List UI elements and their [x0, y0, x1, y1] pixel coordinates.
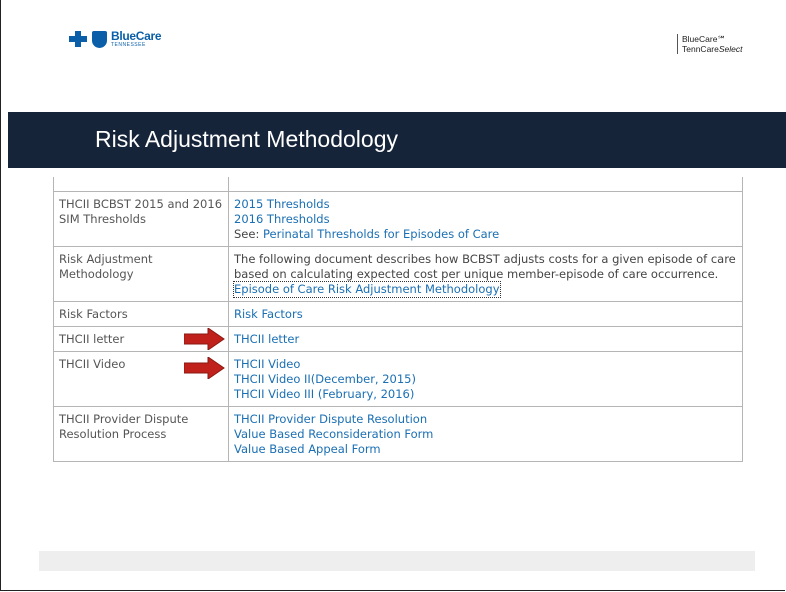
link-provider-dispute-resolution[interactable]: THCII Provider Dispute Resolution — [234, 412, 737, 427]
link-appeal-form[interactable]: Value Based Appeal Form — [234, 442, 737, 457]
link-thcii-video-2[interactable]: THCII Video II(December, 2015) — [234, 372, 737, 387]
brand-line-1: BlueCare℠ — [682, 34, 727, 44]
logo-sub: TENNESSEE — [111, 42, 146, 48]
bluecare-logo: BlueCare TENNESSEE — [68, 28, 162, 50]
page-title: Risk Adjustment Methodology — [95, 126, 398, 152]
brand-line-2: TennCareSelect — [682, 44, 743, 54]
table-row: THCII Video THCII Video THCII Video II(D… — [53, 351, 743, 407]
title-bar: Risk Adjustment Methodology — [8, 112, 786, 168]
row-value: Risk Factors — [228, 301, 743, 327]
row-value: The following document describes how BCB… — [228, 246, 743, 302]
row-description: The following document describes how BCB… — [234, 252, 736, 281]
link-perinatal-thresholds[interactable]: Perinatal Thresholds for Episodes of Car… — [263, 227, 499, 241]
row-value: THCII Video THCII Video II(December, 201… — [228, 351, 743, 407]
resources-table: THCII BCBST 2015 and 2016 SIM Thresholds… — [53, 177, 743, 462]
table-row: THCII letter THCII letter — [53, 326, 743, 352]
blue-cross-icon — [68, 30, 88, 48]
footer-shade — [39, 551, 755, 571]
row-value: THCII letter — [228, 326, 743, 352]
link-2015-thresholds[interactable]: 2015 Thresholds — [234, 197, 737, 212]
row-value: THCII Provider Dispute Resolution Value … — [228, 406, 743, 462]
row-label: Risk Adjustment Methodology — [53, 246, 229, 302]
table-row: THCII BCBST 2015 and 2016 SIM Thresholds… — [53, 191, 743, 247]
red-arrow-icon — [184, 328, 225, 350]
link-reconsideration-form[interactable]: Value Based Reconsideration Form — [234, 427, 737, 442]
table-row-stub — [53, 177, 743, 192]
link-thcii-video-3[interactable]: THCII Video III (February, 2016) — [234, 387, 737, 402]
link-risk-factors[interactable]: Risk Factors — [234, 307, 737, 322]
red-arrow-icon — [184, 357, 225, 379]
table-row: THCII Provider Dispute Resolution Proces… — [53, 406, 743, 462]
logo-name: BlueCare — [111, 29, 162, 43]
row-value: 2015 Thresholds 2016 Thresholds See: Per… — [228, 191, 743, 247]
link-thcii-letter[interactable]: THCII letter — [234, 332, 737, 347]
row-label: THCII Provider Dispute Resolution Proces… — [53, 406, 229, 462]
row-label: THCII BCBST 2015 and 2016 SIM Thresholds — [53, 191, 229, 247]
table-row: Risk Factors Risk Factors — [53, 301, 743, 327]
link-episode-risk-adjustment[interactable]: Episode of Care Risk Adjustment Methodol… — [233, 281, 501, 298]
table-row: Risk Adjustment Methodology The followin… — [53, 246, 743, 302]
see-prefix: See: — [234, 227, 263, 241]
blue-shield-icon — [92, 30, 107, 48]
link-thcii-video[interactable]: THCII Video — [234, 357, 737, 372]
program-brand: BlueCare℠ TennCareSelect — [677, 34, 742, 54]
link-2016-thresholds[interactable]: 2016 Thresholds — [234, 212, 737, 227]
row-label: Risk Factors — [53, 301, 229, 327]
